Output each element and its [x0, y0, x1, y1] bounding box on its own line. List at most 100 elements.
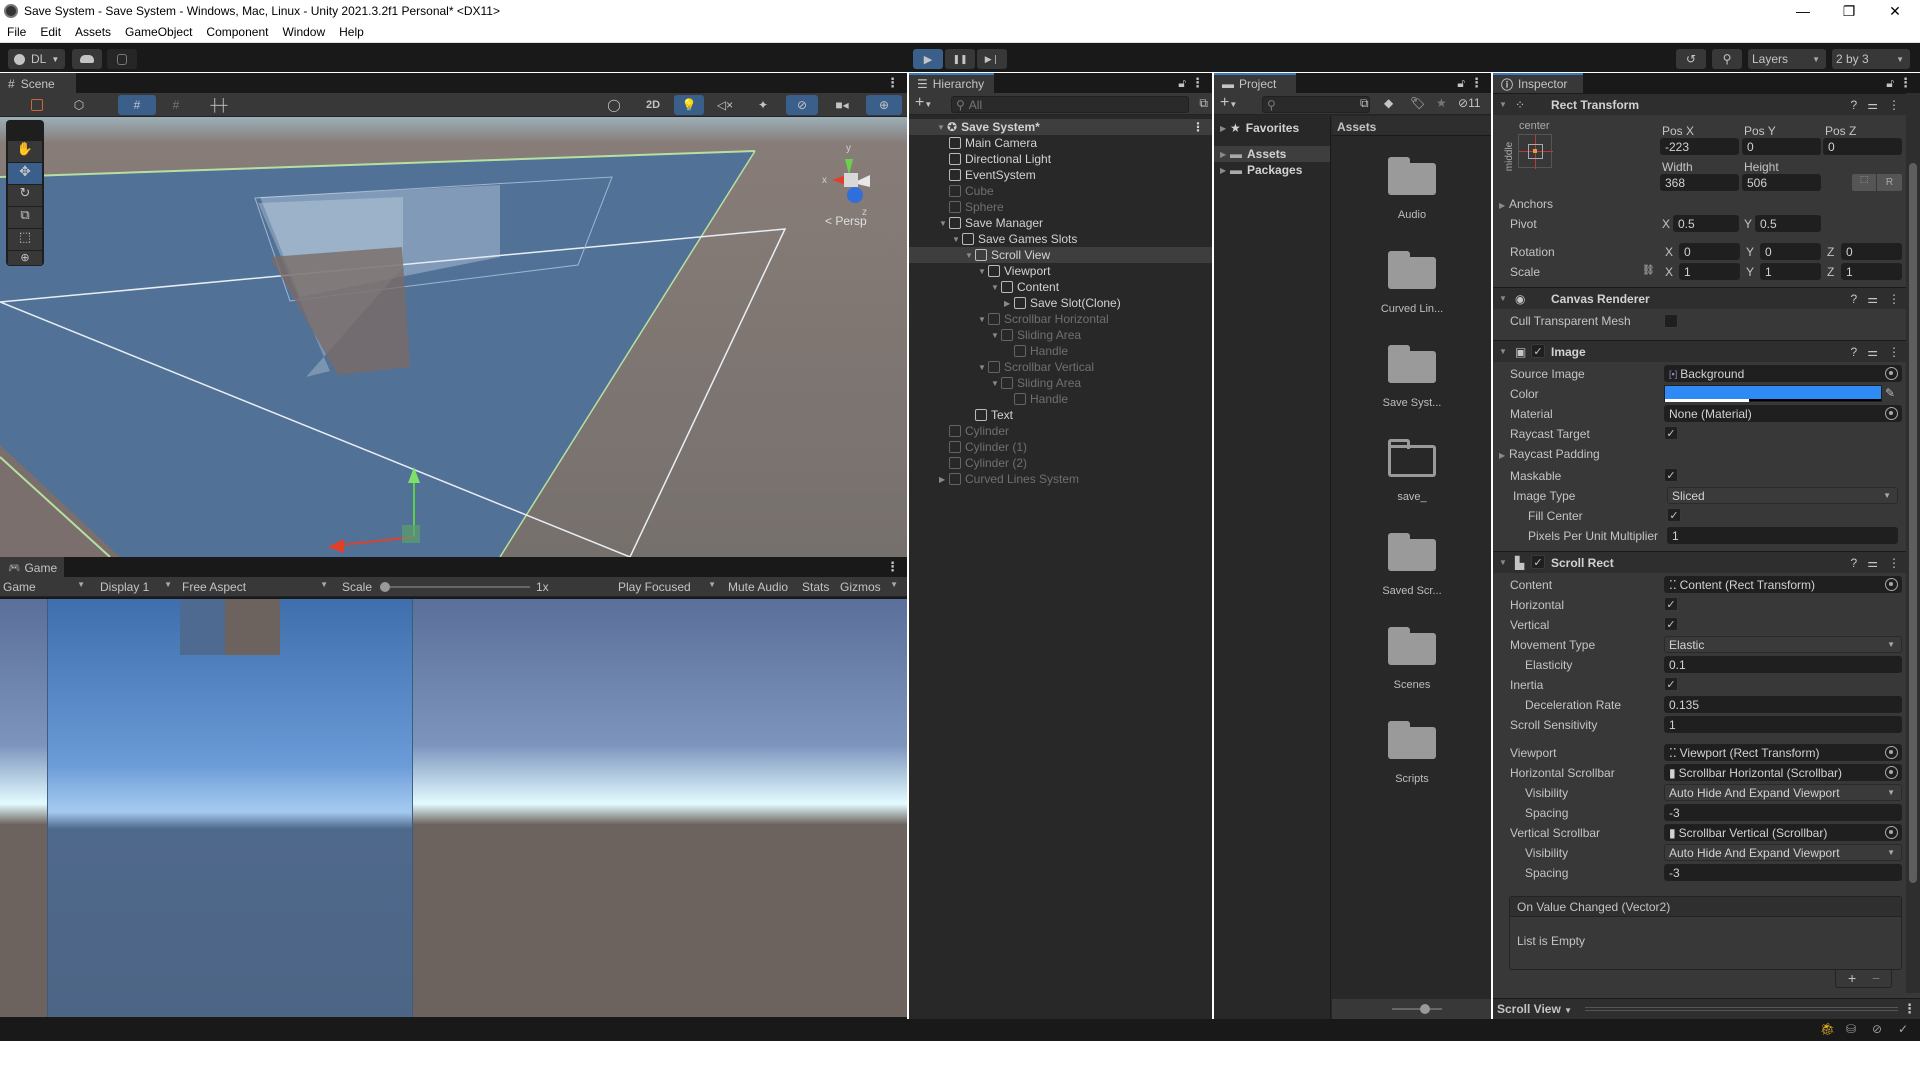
folder-label[interactable]: Scenes [1362, 679, 1462, 691]
shading-dropdown[interactable]: ◯ [596, 95, 632, 115]
horizontal-spacing-field[interactable]: -3 [1664, 804, 1902, 821]
account-dropdown[interactable]: DL ▼ [8, 49, 65, 69]
hierarchy-item[interactable]: ▼ Save Manager [909, 215, 1212, 231]
inspector-scrollbar-thumb[interactable] [1909, 163, 1917, 883]
inspector-menu-icon[interactable]: ⋮ [1899, 75, 1912, 91]
camera-dropdown[interactable]: ■◂ [824, 95, 860, 115]
vertical-checkbox[interactable]: ✓ [1664, 617, 1678, 631]
filter-type-icon[interactable]: ◆ [1384, 96, 1393, 110]
create-asset-button[interactable]: +▼ [1220, 94, 1237, 112]
help-icon[interactable]: ? [1851, 556, 1858, 570]
menu-edit[interactable]: Edit [33, 25, 68, 39]
scene-visibility-toggle[interactable]: ⊘ [786, 95, 818, 115]
project-breadcrumb[interactable]: Assets [1332, 116, 1491, 136]
folder-icon[interactable] [1388, 251, 1436, 289]
expand-arrow-icon[interactable]: ▼ [937, 123, 947, 132]
folder-label[interactable]: Save Syst... [1362, 397, 1462, 409]
scene-menu-icon[interactable]: ⋮ [886, 75, 899, 91]
undo-history-button[interactable]: ↺ [1676, 49, 1706, 69]
folder-label[interactable]: Saved Scr... [1362, 585, 1462, 597]
tab-hierarchy[interactable]: ☰ Hierarchy [909, 73, 994, 93]
expand-arrow-icon[interactable]: ▶ [939, 475, 949, 484]
menu-gameobject[interactable]: GameObject [118, 25, 199, 39]
scale-y-field[interactable]: 1 [1760, 263, 1821, 280]
preview-object-dropdown[interactable]: Scroll View ▼ [1497, 1002, 1572, 1016]
search-window-icon[interactable]: ⧉ [1360, 96, 1369, 111]
object-picker-icon[interactable] [1885, 766, 1898, 779]
pos-x-field[interactable]: -223 [1660, 138, 1739, 155]
expand-arrow-icon[interactable]: ▼ [978, 363, 988, 372]
scroll-rect-enabled-checkbox[interactable]: ✓ [1531, 555, 1545, 569]
rotation-x-field[interactable]: 0 [1679, 243, 1740, 260]
object-picker-icon[interactable] [1885, 826, 1898, 839]
rotation-y-field[interactable]: 0 [1760, 243, 1821, 260]
pos-y-field[interactable]: 0 [1742, 138, 1821, 155]
hierarchy-item[interactable]: Sphere [909, 199, 1212, 215]
vertical-visibility-dropdown[interactable]: Auto Hide And Expand Viewport ▼ [1664, 844, 1902, 861]
scroll-sensitivity-field[interactable]: 1 [1664, 716, 1902, 733]
expand-arrow-icon[interactable]: ▼ [952, 235, 962, 244]
debug-bug-icon[interactable]: 🐞︎ [1820, 1022, 1835, 1036]
expand-arrow-icon[interactable]: ▼ [991, 283, 1001, 292]
fill-center-checkbox[interactable]: ✓ [1667, 508, 1681, 522]
canvas-renderer-header[interactable]: ▼ ◉ Canvas Renderer ? ⚌ ⋮ [1493, 287, 1906, 309]
source-image-field[interactable]: [▪] Background [1664, 365, 1902, 382]
icon-size-slider[interactable] [1392, 1004, 1442, 1014]
movement-type-dropdown[interactable]: Elastic ▼ [1664, 636, 1902, 653]
lock-icon[interactable]: 🔓︎ [1457, 76, 1465, 91]
preset-icon[interactable]: ⚌ [1867, 98, 1878, 112]
mute-audio-button[interactable]: Mute Audio [728, 580, 788, 594]
cull-transparent-checkbox[interactable] [1664, 314, 1678, 328]
hierarchy-menu-icon[interactable]: ⋮ [1191, 75, 1204, 91]
render-mode-dropdown[interactable]: ⬡ [60, 95, 98, 115]
hierarchy-item[interactable]: ▶ Curved Lines System [909, 471, 1212, 487]
hierarchy-item[interactable]: Text [909, 407, 1212, 423]
hierarchy-item[interactable]: Cylinder (1) [909, 439, 1212, 455]
hierarchy-item[interactable]: Main Camera [909, 135, 1212, 151]
add-object-button[interactable]: +▼ [915, 94, 932, 112]
expand-arrow-icon[interactable]: ▶ [1004, 299, 1014, 308]
display-dropdown[interactable]: Display 1 ▼ [100, 580, 178, 594]
hierarchy-item[interactable]: EventSystem [909, 167, 1212, 183]
icon-size-slider-handle[interactable] [1420, 1004, 1430, 1014]
deceleration-rate-field[interactable]: 0.135 [1664, 696, 1902, 713]
object-picker-icon[interactable] [1885, 407, 1898, 420]
tree-favorites[interactable]: ▶ ★ Favorites [1214, 120, 1330, 136]
hierarchy-item[interactable]: Cylinder [909, 423, 1212, 439]
eyedropper-icon[interactable]: ✎ [1885, 386, 1895, 400]
scale-slider-handle[interactable] [380, 582, 390, 592]
content-field[interactable]: ⁚⁚ Content (Rect Transform) [1664, 576, 1902, 593]
collab-button[interactable] [107, 49, 137, 69]
image-header[interactable]: ▼ ▣ ✓ Image ? ⚌ ⋮ [1493, 340, 1906, 362]
raw-edit-button[interactable]: R [1877, 174, 1902, 191]
layout-dropdown[interactable]: 2 by 3 ▼ [1832, 49, 1910, 69]
hierarchy-item[interactable]: Directional Light [909, 151, 1212, 167]
hierarchy-item[interactable]: ▼ Sliding Area [909, 327, 1212, 343]
expand-arrow-icon[interactable]: ▼ [978, 267, 988, 276]
draw-mode-dropdown[interactable] [18, 95, 56, 115]
pos-z-field[interactable]: 0 [1823, 138, 1902, 155]
tree-assets[interactable]: ▶ ▬ Assets [1214, 146, 1330, 162]
lighting-toggle[interactable]: 💡 [674, 95, 704, 115]
hierarchy-item[interactable]: ▼ Sliding Area [909, 375, 1212, 391]
search-window-icon[interactable]: ⧉ [1199, 96, 1208, 111]
menu-window[interactable]: Window [275, 25, 332, 39]
folder-icon[interactable] [1388, 533, 1436, 571]
raycast-target-checkbox[interactable]: ✓ [1664, 426, 1678, 440]
preset-icon[interactable]: ⚌ [1867, 345, 1878, 359]
rotation-z-field[interactable]: 0 [1841, 243, 1902, 260]
blueprint-mode-button[interactable]: ⬚ [1852, 174, 1876, 191]
hierarchy-item[interactable]: ▶ Save Slot(Clone) [909, 295, 1212, 311]
preview-drag-handle[interactable] [1585, 1007, 1898, 1011]
filter-label-icon[interactable]: 🏷︎ [1410, 96, 1425, 110]
projection-toggle[interactable]: < Persp [825, 214, 867, 228]
preview-menu-icon[interactable]: ⋮ [1903, 1001, 1916, 1017]
folder-label[interactable]: Audio [1362, 209, 1462, 221]
maskable-checkbox[interactable]: ✓ [1664, 468, 1678, 482]
hierarchy-search-input[interactable]: ⚲ All [951, 96, 1189, 113]
material-field[interactable]: None (Material) [1664, 405, 1902, 422]
tab-game[interactable]: 🎮 Game [0, 557, 64, 577]
anchor-presets-button[interactable] [1518, 134, 1553, 169]
tab-project[interactable]: ▬ Project [1214, 73, 1296, 93]
preset-icon[interactable]: ⚌ [1867, 556, 1878, 570]
